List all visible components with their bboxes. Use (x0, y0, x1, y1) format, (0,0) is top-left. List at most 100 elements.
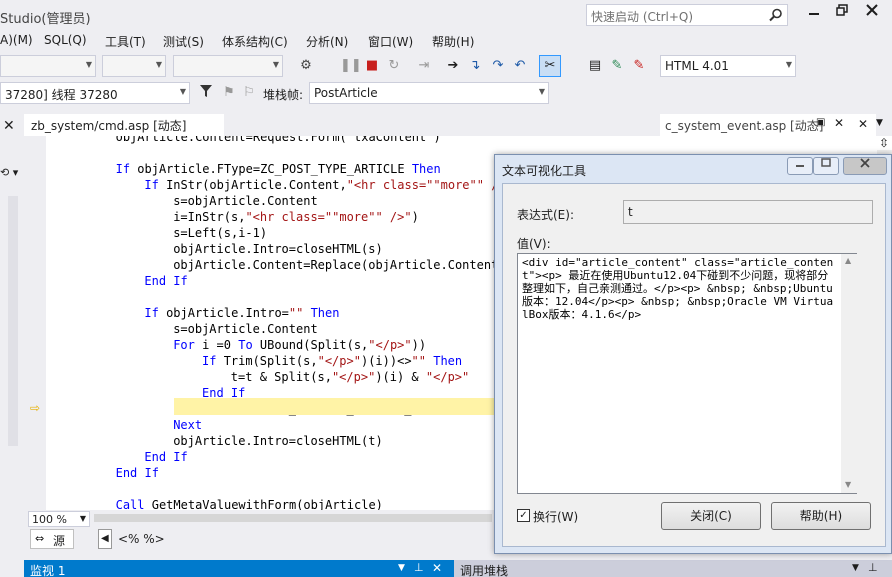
chevron-down-icon[interactable]: ▼ (852, 563, 859, 573)
tag-nav-back-button[interactable]: ◀ (98, 529, 112, 549)
menu-sql[interactable]: SQL(Q) (44, 33, 87, 47)
scroll-down-icon[interactable]: ▼ (845, 480, 851, 489)
code-token: )(i) & (375, 370, 426, 384)
pin-icon[interactable]: ▣ (816, 117, 825, 128)
call-stack-panel-header[interactable]: 调用堆栈 ▼ ⊥ (454, 560, 892, 577)
show-next-statement-icon[interactable]: ⇥ (415, 57, 433, 75)
code-line[interactable]: Next (173, 417, 202, 433)
code-line[interactable]: If objArticle.FType=ZC_POST_TYPE_ARTICLE… (116, 161, 441, 177)
menu-architecture-partial[interactable]: A)(M) (0, 33, 33, 47)
target-combo[interactable]: ▼ (173, 55, 283, 77)
menu-test[interactable]: 测试(S) (163, 33, 204, 50)
tab-c-system-event-asp[interactable]: c_system_event.asp [动态] ▣ ✕ (660, 114, 876, 136)
code-line[interactable]: For i =0 To UBound(Split(s,"</p>")) (173, 337, 426, 353)
code-token: Call (115, 498, 152, 510)
comment-remove-icon[interactable]: ✎ (630, 57, 648, 75)
watch-panel-header[interactable]: 监视 1 ▼ ⊥ ✕ (24, 560, 454, 577)
close-tab-icon[interactable]: ✕ (834, 116, 844, 130)
help-button[interactable]: 帮助(H) (771, 502, 871, 530)
menu-architecture[interactable]: 体系结构(C) (222, 33, 288, 50)
split-icon[interactable]: ⇳ (879, 136, 889, 150)
show-flagged-icon[interactable]: ⚐ (240, 84, 258, 102)
tag-navigator[interactable]: <% %> (118, 532, 165, 546)
step-into-arrow-icon[interactable]: ➔ (444, 57, 462, 75)
close-button[interactable]: 关闭(C) (661, 502, 761, 530)
quick-launch-input[interactable]: 快速启动 (Ctrl+Q) (586, 4, 788, 26)
comment-add-icon[interactable]: ✎ (608, 57, 626, 75)
value-textarea[interactable]: <div id="article_content" class="article… (517, 253, 857, 494)
code-line[interactable]: Call GetMetaValuewithForm(objArticle) (116, 497, 383, 510)
toolbox-collapsed-label[interactable]: ⟲ ▾ (0, 166, 18, 179)
dialog-maximize-button[interactable] (813, 157, 839, 175)
restart-icon[interactable]: ↻ (385, 57, 403, 75)
zoom-select[interactable]: 100 % ▼ (28, 511, 90, 527)
scroll-up-icon[interactable]: ▲ (845, 256, 851, 265)
chevron-down-icon[interactable]: ▼ (398, 563, 405, 573)
close-icon[interactable]: ✕ (858, 117, 868, 131)
code-token: "" (288, 306, 304, 320)
restore-button[interactable] (828, 4, 856, 24)
code-line[interactable]: objArticle.Content=Replace(objArticle.Co… (173, 257, 534, 273)
side-scrollbar[interactable] (8, 196, 18, 446)
dialog-minimize-button[interactable] (787, 157, 813, 175)
wrap-label[interactable]: 换行(W) (533, 508, 578, 525)
step-over-icon[interactable]: ↷ (489, 57, 507, 75)
stack-frame-select[interactable]: PostArticle ▼ (309, 82, 549, 104)
code-line[interactable]: End If (144, 449, 187, 465)
chevron-down-icon: ▼ (155, 60, 162, 69)
tab-label: c_system_event.asp [动态] (665, 119, 824, 133)
html-version-select[interactable]: HTML 4.01 ▼ (660, 55, 796, 77)
chevron-down-icon[interactable]: ▼ (876, 118, 883, 128)
expression-field[interactable]: t (623, 200, 873, 224)
code-line[interactable]: s=objArticle.Content (173, 193, 318, 209)
menu-analyze[interactable]: 分析(N) (306, 33, 348, 50)
value-scrollbar[interactable]: ▲ ▼ (841, 254, 857, 493)
wrap-checkbox[interactable]: ✓ (517, 509, 530, 522)
close-icon[interactable]: ✕ (432, 561, 442, 575)
code-line[interactable]: If InStr(objArticle.Content,"<hr class="… (144, 177, 534, 193)
code-line[interactable]: End If (116, 465, 159, 481)
code-line[interactable]: i=InStr(s,"<hr class=""more"" />") (173, 209, 419, 225)
code-token: )) (411, 338, 427, 352)
toggle-breakpoint-icon[interactable]: ✂ (539, 55, 561, 77)
code-line[interactable]: t=t & Split(s,"</p>")(i) & "</p>" (231, 369, 469, 385)
code-line[interactable]: objArticle.Intro=closeHTML(s) (173, 241, 383, 257)
pin-icon[interactable]: ⊥ (868, 561, 878, 574)
source-view-button[interactable]: ⇔ 源 (30, 529, 74, 549)
close-window-button[interactable] (858, 4, 886, 24)
stop-icon[interactable]: ■ (363, 57, 381, 75)
step-out-icon[interactable]: ↶ (511, 57, 529, 75)
step-into-icon[interactable]: ↴ (466, 57, 484, 75)
editor-gutter[interactable] (24, 136, 46, 510)
platform-combo[interactable]: ▼ (102, 55, 166, 77)
code-line[interactable]: End If (144, 273, 187, 289)
code-line[interactable]: If Trim(Split(s,"</p>")(i))<>"" Then (202, 353, 462, 369)
call-stack-panel-title: 调用堆栈 (460, 564, 509, 577)
stack-frame-value: PostArticle (314, 86, 378, 100)
flag-thread-icon[interactable]: ⚑ (220, 84, 238, 102)
code-line[interactable]: objArticle.Intro=closeHTML(t) (173, 433, 383, 449)
code-line[interactable]: objArticle.Content=Request.Form("txaCont… (116, 136, 441, 145)
code-line[interactable]: s=objArticle.Content (173, 321, 318, 337)
code-token: t=t & Split(s, (230, 370, 332, 384)
chevron-down-icon: ▼ (785, 60, 792, 69)
document-icon[interactable]: ▤ (586, 57, 604, 75)
filter-icon[interactable] (197, 84, 215, 102)
config-combo[interactable]: ▼ (0, 55, 96, 77)
pause-icon[interactable]: ❚❚ (340, 57, 362, 75)
minimize-button[interactable] (800, 4, 828, 24)
editor-horizontal-scrollbar[interactable] (94, 514, 492, 522)
close-icon[interactable]: ✕ (3, 118, 15, 134)
code-token: i =0 (202, 338, 239, 352)
code-token: objArticle.Content=Replace(objArticle.Co… (173, 258, 506, 272)
thread-select[interactable]: 37280] 线程 37280 ▼ (0, 82, 190, 104)
menu-help[interactable]: 帮助(H) (432, 33, 474, 50)
pin-icon[interactable]: ⊥ (414, 561, 424, 574)
dialog-close-button[interactable] (843, 157, 887, 175)
menu-window[interactable]: 窗口(W) (368, 33, 413, 50)
code-line[interactable]: If objArticle.Intro="" Then (144, 305, 339, 321)
menu-tools[interactable]: 工具(T) (105, 33, 146, 50)
tab-cmd-asp[interactable]: zb_system/cmd.asp [动态] (24, 114, 224, 136)
code-line[interactable]: s=Left(s,i-1) (173, 225, 267, 241)
attach-process-icon[interactable]: ⚙ (297, 57, 315, 75)
